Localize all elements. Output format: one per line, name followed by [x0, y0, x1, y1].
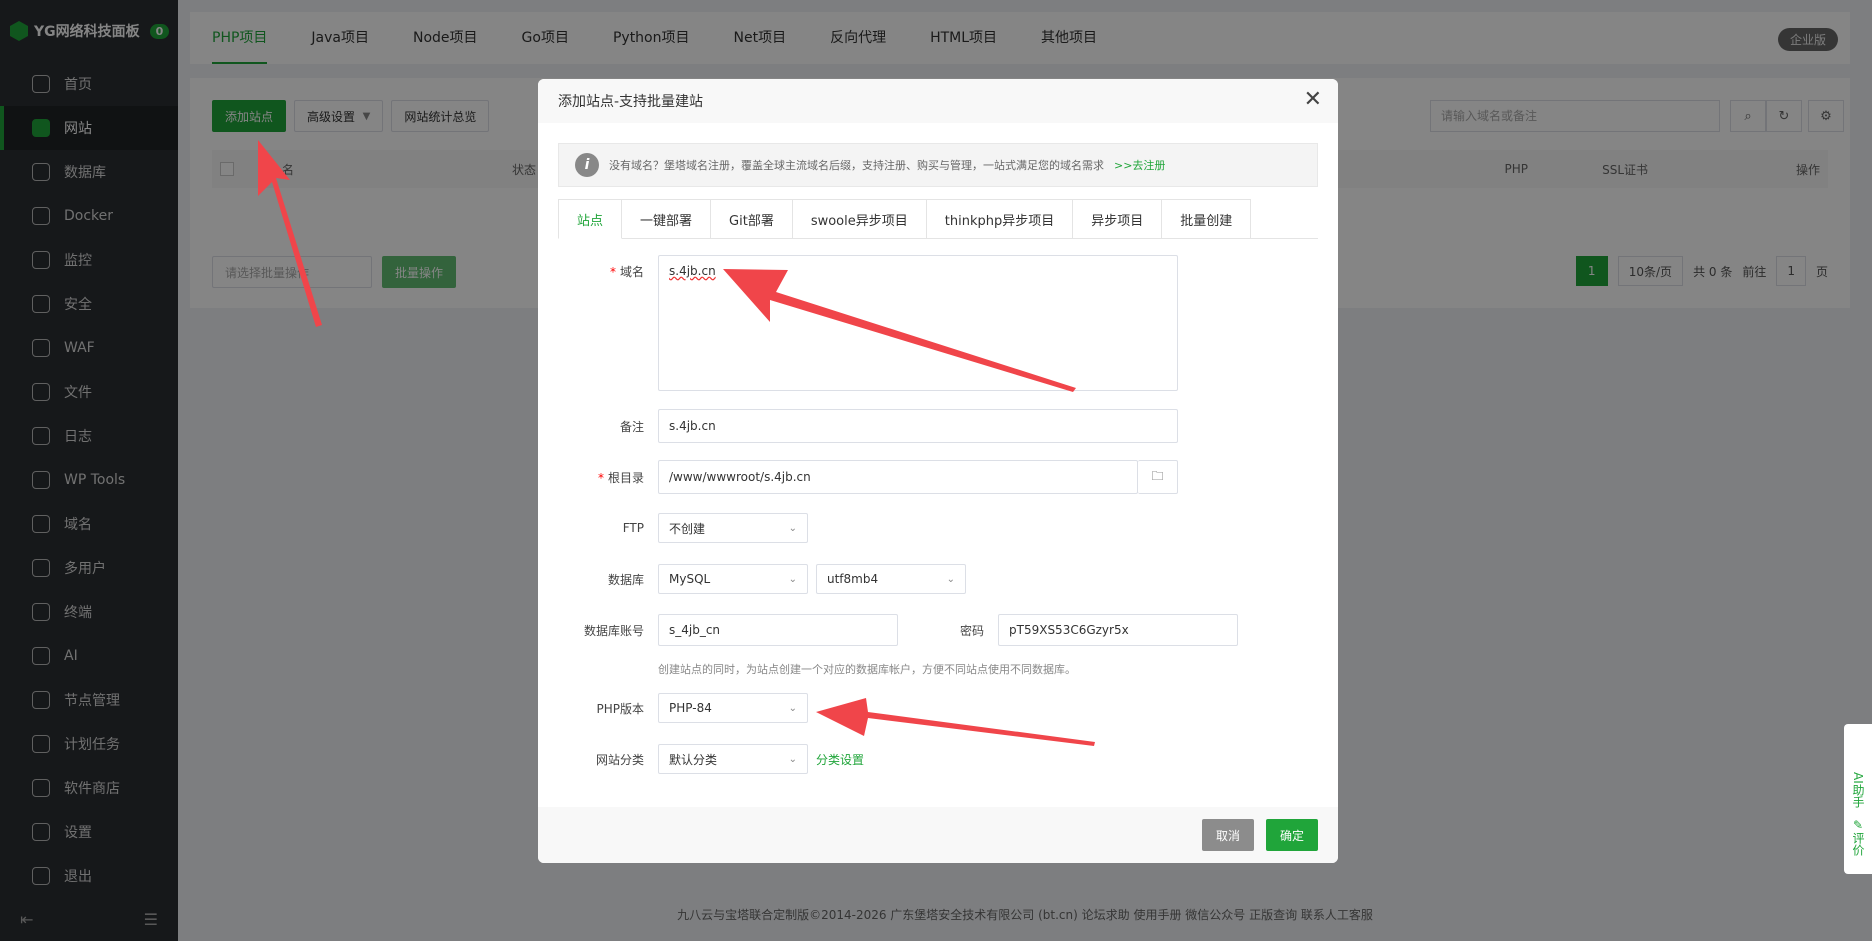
ftp-row: FTP 不创建 ⌄	[558, 513, 808, 543]
modal-title: 添加站点-支持批量建站	[558, 94, 704, 110]
php-version-select[interactable]: PHP-84 ⌄	[658, 693, 808, 723]
php-label: PHP版本	[596, 701, 645, 716]
modal-tab-3[interactable]: swoole异步项目	[792, 199, 927, 239]
domain-value: s.4jb.cn	[669, 264, 716, 278]
domain-label: * 域名	[609, 265, 644, 279]
chevron-down-icon: ⌄	[946, 573, 955, 585]
category-row: 网站分类 默认分类 ⌄ 分类设置	[558, 744, 864, 774]
db-user-label: 数据库账号	[583, 623, 644, 638]
db-pass-label: 密码	[959, 623, 984, 638]
domain-notice: i 没有域名？堡塔域名注册，覆盖全球主流域名后缀，支持注册、购买与管理，一站式满…	[558, 143, 1318, 187]
db-hint: 创建站点的同时，为站点创建一个对应的数据库帐户，方便不同站点使用不同数据库。	[658, 663, 1076, 676]
review-label: 评价	[1851, 831, 1865, 856]
remark-label: 备注	[619, 419, 644, 434]
chevron-down-icon: ⌄	[788, 522, 797, 534]
root-row: * 根目录 /www/wwwroot/s.4jb.cn 🗀	[558, 460, 1178, 494]
category-label: 网站分类	[595, 752, 644, 767]
root-label-text: 根目录	[607, 470, 644, 485]
db-user-input[interactable]: s_4jb_cn	[658, 614, 898, 646]
modal-header: 添加站点-支持批量建站	[538, 79, 1338, 123]
category-select[interactable]: 默认分类 ⌄	[658, 744, 808, 774]
root-label: * 根目录	[597, 470, 644, 485]
modal-tab-1[interactable]: 一键部署	[622, 199, 712, 239]
register-link[interactable]: >>去注册	[1114, 157, 1165, 173]
ftp-value: 不创建	[669, 521, 706, 536]
confirm-button[interactable]: 确定	[1265, 819, 1318, 851]
folder-icon[interactable]: 🗀	[1138, 460, 1178, 494]
chevron-down-icon: ⌄	[788, 573, 797, 585]
db-pass-input[interactable]: pT59XS53C6Gzyr5x	[998, 614, 1238, 646]
db-charset-value: utf8mb4	[827, 572, 879, 586]
cancel-button[interactable]: 取消	[1201, 819, 1254, 851]
domain-label-text: 域名	[619, 265, 644, 279]
remark-input[interactable]: s.4jb.cn	[658, 409, 1178, 443]
chevron-down-icon: ⌄	[788, 702, 797, 714]
category-value: 默认分类	[669, 752, 718, 767]
chevron-down-icon: ⌄	[788, 753, 797, 765]
close-icon[interactable]: ✕	[1304, 89, 1322, 111]
db-type-select[interactable]: MySQL ⌄	[658, 564, 808, 594]
php-row: PHP版本 PHP-84 ⌄	[558, 693, 808, 723]
modal-tab-2[interactable]: Git部署	[711, 199, 793, 239]
ai-assistant-float[interactable]: AI助手 ✎ 评价	[1844, 724, 1872, 874]
modal-tabs: 站点 一键部署 Git部署 swoole异步项目 thinkphp异步项目 异步项目 批量创…	[558, 199, 1318, 239]
edit-icon: ✎	[1852, 817, 1864, 832]
info-icon: i	[575, 153, 599, 177]
modal-tab-4[interactable]: thinkphp异步项目	[926, 199, 1074, 239]
db-account-row: 数据库账号 s_4jb_cn 密码 pT59XS53C6Gzyr5x	[558, 614, 1238, 646]
domain-textarea[interactable]: s.4jb.cn	[658, 255, 1178, 391]
db-type-value: MySQL	[669, 572, 711, 586]
add-site-modal: 添加站点-支持批量建站 ✕ i 没有域名？堡塔域名注册，覆盖全球主流域名后缀，支…	[538, 79, 1338, 863]
modal-tab-0[interactable]: 站点	[558, 199, 623, 239]
modal-tab-5[interactable]: 异步项目	[1073, 199, 1163, 239]
ftp-label: FTP	[622, 521, 644, 535]
db-charset-select[interactable]: utf8mb4 ⌄	[816, 564, 966, 594]
db-label: 数据库	[607, 572, 644, 587]
php-version-value: PHP-84	[669, 701, 712, 715]
notice-text: 没有域名？堡塔域名注册，覆盖全球主流域名后缀，支持注册、购买与管理，一站式满足您…	[609, 159, 1104, 172]
ai-assistant-label: AI助手	[1851, 772, 1865, 808]
database-row: 数据库 MySQL ⌄ utf8mb4 ⌄	[558, 564, 966, 594]
root-input[interactable]: /www/wwwroot/s.4jb.cn	[658, 460, 1138, 494]
remark-row: 备注 s.4jb.cn	[558, 409, 1178, 443]
category-settings-link[interactable]: 分类设置	[816, 751, 864, 768]
modal-footer: 取消 确定	[538, 807, 1338, 863]
ftp-select[interactable]: 不创建 ⌄	[658, 513, 808, 543]
domain-row: * 域名 s.4jb.cn	[558, 255, 1178, 391]
modal-tab-6[interactable]: 批量创建	[1162, 199, 1252, 239]
